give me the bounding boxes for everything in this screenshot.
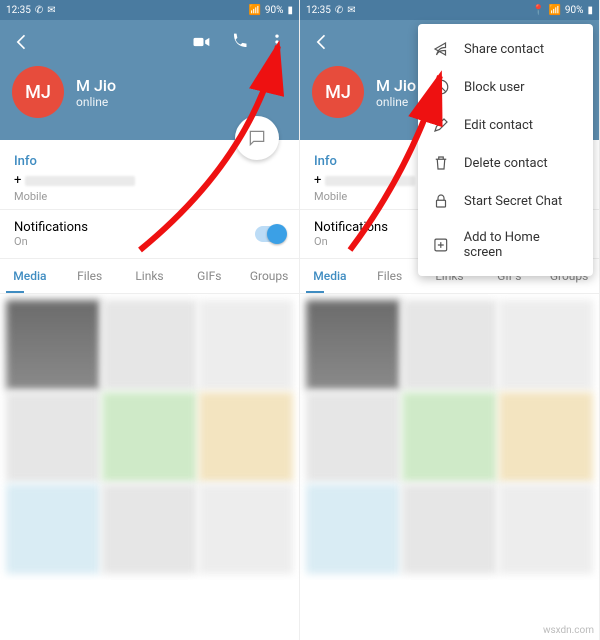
media-grid[interactable] — [0, 294, 299, 580]
more-options-icon[interactable] — [267, 32, 287, 56]
blurred-number — [25, 176, 135, 186]
menu-label: Share contact — [464, 42, 544, 57]
tab-files[interactable]: Files — [60, 259, 120, 293]
menu-label: Block user — [464, 80, 524, 95]
back-button[interactable] — [12, 32, 32, 56]
phone-type-label: Mobile — [14, 190, 285, 203]
message-fab[interactable] — [235, 116, 279, 160]
notifications-row[interactable]: Notifications On — [0, 209, 299, 258]
video-call-icon[interactable] — [191, 32, 211, 56]
menu-add-home[interactable]: Add to Home screen — [418, 220, 593, 270]
signal-icon: 📶 — [548, 5, 560, 16]
media-thumb[interactable] — [402, 484, 496, 574]
location-icon: 📍 — [532, 5, 544, 16]
battery-text: 90% — [565, 5, 584, 16]
edit-icon — [432, 116, 450, 134]
status-bar: 12:35 ✆ ✉ 📶 90% ▮ — [0, 0, 299, 20]
phone-right: 12:35 ✆ ✉ 📍 📶 90% ▮ MJ M Jio online Info — [300, 0, 600, 640]
lock-icon — [432, 192, 450, 210]
media-thumb[interactable] — [402, 392, 496, 482]
menu-share-contact[interactable]: Share contact — [418, 30, 593, 68]
media-thumb[interactable] — [402, 300, 496, 390]
media-grid[interactable] — [300, 294, 599, 580]
media-thumb[interactable] — [6, 484, 100, 574]
phone-left: 12:35 ✆ ✉ 📶 90% ▮ — [0, 0, 300, 640]
media-thumb[interactable] — [102, 300, 196, 390]
tab-links[interactable]: Links — [120, 259, 180, 293]
media-thumb[interactable] — [306, 300, 400, 390]
mail-icon: ✉ — [47, 5, 55, 16]
avatar[interactable]: MJ — [312, 66, 364, 118]
media-thumb[interactable] — [499, 300, 593, 390]
profile-header: MJ M Jio online — [0, 20, 299, 140]
media-thumb[interactable] — [499, 392, 593, 482]
contact-name: M Jio — [376, 76, 416, 95]
media-thumb[interactable] — [499, 484, 593, 574]
notifications-value: On — [14, 235, 255, 248]
media-thumb[interactable] — [306, 392, 400, 482]
menu-label: Add to Home screen — [464, 230, 579, 260]
media-thumb[interactable] — [199, 392, 293, 482]
media-thumb[interactable] — [199, 484, 293, 574]
tab-files[interactable]: Files — [360, 259, 420, 293]
watermark: wsxdn.com — [543, 625, 594, 636]
back-button[interactable] — [312, 32, 332, 56]
trash-icon — [432, 154, 450, 172]
menu-secret-chat[interactable]: Start Secret Chat — [418, 182, 593, 220]
menu-label: Edit contact — [464, 118, 533, 133]
menu-label: Start Secret Chat — [464, 194, 562, 209]
tabs-bar: Media Files Links GIFs Groups — [0, 258, 299, 294]
mail-icon: ✉ — [347, 5, 355, 16]
whatsapp-icon: ✆ — [35, 5, 43, 16]
notifications-label: Notifications — [14, 220, 255, 235]
media-thumb[interactable] — [6, 392, 100, 482]
menu-edit-contact[interactable]: Edit contact — [418, 106, 593, 144]
media-thumb[interactable] — [102, 484, 196, 574]
tab-gifs[interactable]: GIFs — [179, 259, 239, 293]
menu-delete-contact[interactable]: Delete contact — [418, 144, 593, 182]
media-thumb[interactable] — [102, 392, 196, 482]
menu-label: Delete contact — [464, 156, 548, 171]
options-popup: Share contact Block user Edit contact De… — [418, 24, 593, 276]
avatar[interactable]: MJ — [12, 66, 64, 118]
signal-icon: 📶 — [248, 5, 260, 16]
contact-status: online — [76, 95, 116, 109]
status-time: 12:35 — [6, 5, 31, 16]
battery-icon: ▮ — [587, 5, 593, 16]
media-thumb[interactable] — [6, 300, 100, 390]
status-bar: 12:35 ✆ ✉ 📍 📶 90% ▮ — [300, 0, 599, 20]
blurred-number — [325, 176, 415, 186]
tab-media[interactable]: Media — [300, 259, 360, 293]
tab-media[interactable]: Media — [0, 259, 60, 293]
status-time: 12:35 — [306, 5, 331, 16]
battery-icon: ▮ — [287, 5, 293, 16]
contact-status: online — [376, 95, 416, 109]
share-icon — [432, 40, 450, 58]
tab-groups[interactable]: Groups — [239, 259, 299, 293]
phone-number[interactable]: + — [14, 173, 285, 188]
media-thumb[interactable] — [306, 484, 400, 574]
menu-block-user[interactable]: Block user — [418, 68, 593, 106]
add-home-icon — [432, 236, 450, 254]
battery-text: 90% — [265, 5, 284, 16]
voice-call-icon[interactable] — [229, 32, 249, 56]
whatsapp-icon: ✆ — [335, 5, 343, 16]
block-icon — [432, 78, 450, 96]
media-thumb[interactable] — [199, 300, 293, 390]
notifications-toggle[interactable] — [255, 226, 285, 242]
contact-name: M Jio — [76, 76, 116, 95]
